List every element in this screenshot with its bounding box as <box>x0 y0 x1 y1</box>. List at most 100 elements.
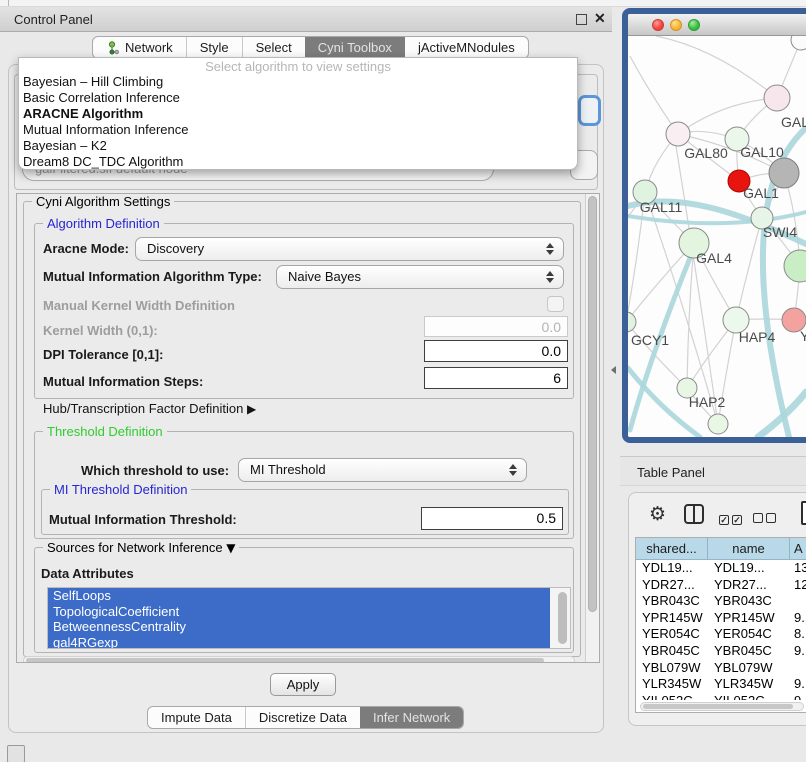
network-edge[interactable] <box>678 98 777 134</box>
tab-network[interactable]: Network <box>93 37 186 58</box>
manual-kernel-checkbox[interactable] <box>547 296 564 312</box>
network-edge[interactable] <box>736 218 762 320</box>
tab-style[interactable]: Style <box>186 37 242 58</box>
group-title: Algorithm Definition <box>43 216 164 231</box>
tab-discretize-data[interactable]: Discretize Data <box>245 707 360 728</box>
column-header[interactable]: A <box>790 538 806 559</box>
attribute-item[interactable]: BetweennessCentrality <box>48 619 550 635</box>
splitpane-collapse-icon[interactable] <box>611 366 616 374</box>
table-row[interactable]: YER054CYER054C8. <box>636 626 806 643</box>
table-cell: YER054C <box>636 626 708 643</box>
close-traffic-light-icon[interactable] <box>652 19 664 31</box>
algorithm-option[interactable]: Bayesian – K2 <box>19 138 577 154</box>
network-canvas[interactable]: GALGAL80GAL10GAL1GAL11SWI4GAL4GCY1HAP4YH… <box>628 36 806 437</box>
algorithm-option[interactable]: Bayesian – Hill Climbing <box>19 74 577 90</box>
scrollbar-thumb[interactable] <box>26 658 544 663</box>
group-title: Threshold Definition <box>43 424 167 439</box>
table-cell: YBR045C <box>636 643 708 660</box>
network-edge[interactable] <box>656 36 777 98</box>
attribute-item[interactable]: gal4RGexp <box>48 635 550 650</box>
list-scrollbar-thumb[interactable] <box>558 592 567 644</box>
minimize-traffic-light-icon[interactable] <box>670 19 682 31</box>
table-row[interactable]: YIL052CYIL052C9. <box>636 693 806 700</box>
algorithm-option[interactable]: ARACNE Algorithm <box>19 106 577 122</box>
collapsed-panel-button[interactable] <box>7 745 25 762</box>
network-node[interactable] <box>708 414 728 434</box>
hub-tf-definition-toggle[interactable]: Hub/Transcription Factor Definition ▶ <box>43 401 256 416</box>
select-all-columns-icon[interactable]: ✓✓ <box>719 510 745 528</box>
export-table-icon[interactable] <box>801 501 806 525</box>
column-header[interactable]: name <box>708 538 790 559</box>
attribute-items: SelfLoopsTopologicalCoefficientBetweenne… <box>48 588 550 649</box>
node-table: shared...nameA YDL19...YDL19...13YDR27..… <box>635 537 806 713</box>
network-node[interactable] <box>666 122 690 146</box>
settings-vertical-scrollbar[interactable] <box>585 194 599 662</box>
attribute-item[interactable]: SelfLoops <box>48 588 550 604</box>
tab-infer-network[interactable]: Infer Network <box>360 707 463 728</box>
table-row[interactable]: YLR345WYLR345W9. <box>636 676 806 693</box>
scrollbar-thumb[interactable] <box>643 704 793 709</box>
tab-label: Select <box>256 40 292 55</box>
close-icon[interactable]: ✕ <box>594 10 606 27</box>
data-attributes-label: Data Attributes <box>41 566 134 581</box>
apply-button[interactable]: Apply <box>270 673 336 696</box>
table-horizontal-scrollbar[interactable] <box>640 702 804 711</box>
algorithm-option[interactable]: Mutual Information Inference <box>19 122 577 138</box>
application-window: Control Panel ✕ NetworkStyleSelectCyni T… <box>0 0 806 762</box>
combo-spinner-icon <box>546 270 554 284</box>
aracne-mode-combo[interactable]: Discovery <box>135 237 564 261</box>
which-threshold-value: MI Threshold <box>250 462 326 477</box>
table-row[interactable]: YBR043CYBR043C <box>636 593 806 610</box>
data-attributes-list[interactable]: SelfLoopsTopologicalCoefficientBetweenne… <box>47 587 571 649</box>
settings-scrollpane: Cyni Algorithm Settings Algorithm Defini… <box>16 193 600 663</box>
table-cell: YLR345W <box>708 676 790 693</box>
mi-steps-field[interactable]: 6 <box>424 367 568 389</box>
node-label: GAL4 <box>696 250 732 266</box>
table-cell <box>790 593 806 610</box>
which-threshold-combo[interactable]: MI Threshold <box>238 458 527 482</box>
network-node[interactable] <box>791 36 806 50</box>
kernel-width-field[interactable]: 0.0 <box>424 316 568 337</box>
attribute-item[interactable]: TopologicalCoefficient <box>48 604 550 620</box>
deselect-all-columns-icon[interactable] <box>753 510 779 528</box>
zoom-traffic-light-icon[interactable] <box>688 19 700 31</box>
gear-icon[interactable]: ⚙ <box>649 503 666 525</box>
float-window-icon[interactable] <box>576 14 587 25</box>
table-row[interactable]: YDR27...YDR27...12 <box>636 577 806 594</box>
network-node[interactable] <box>628 312 636 332</box>
table-cell: YBR043C <box>636 593 708 610</box>
tab-jactivemnodules[interactable]: jActiveMNodules <box>405 37 528 58</box>
tab-select[interactable]: Select <box>242 37 305 58</box>
unchecked-box-icon <box>753 513 763 523</box>
cyni-mode-tabbar: Impute DataDiscretize DataInfer Network <box>147 706 464 729</box>
table-row[interactable]: YBR045CYBR045C9. <box>636 643 806 660</box>
network-edge[interactable] <box>630 56 678 134</box>
dpi-tolerance-field[interactable]: 0.0 <box>424 340 568 362</box>
network-node[interactable] <box>784 250 806 282</box>
mi-algorithm-type-combo[interactable]: Naive Bayes <box>276 265 564 289</box>
table-toolbar: ⚙ ✓✓ <box>641 503 806 529</box>
tab-cyni-toolbox[interactable]: Cyni Toolbox <box>305 37 405 58</box>
network-node[interactable] <box>769 158 799 188</box>
hub-tf-label: Hub/Transcription Factor Definition <box>43 401 243 416</box>
node-label: GAL10 <box>740 144 784 160</box>
table-row[interactable]: YDL19...YDL19...13 <box>636 560 806 577</box>
table-cell: YDR27... <box>708 577 790 594</box>
tab-impute-data[interactable]: Impute Data <box>148 707 245 728</box>
network-window-titlebar[interactable] <box>628 14 806 36</box>
column-header[interactable]: shared... <box>636 538 708 559</box>
collapsed-arrow-icon: ▶ <box>247 402 256 416</box>
expanded-arrow-icon[interactable]: ▼ <box>226 541 235 555</box>
algorithm-option[interactable]: Basic Correlation Inference <box>19 90 577 106</box>
mi-threshold-field[interactable]: 0.5 <box>421 507 563 530</box>
algorithm-option[interactable]: Dream8 DC_TDC Algorithm <box>19 154 577 170</box>
algorithm-combo-arrow-button[interactable] <box>578 95 601 126</box>
table-cell: YDL19... <box>636 560 708 577</box>
settings-horizontal-scrollbar[interactable] <box>23 656 575 663</box>
network-node[interactable] <box>764 85 790 111</box>
scrollbar-thumb[interactable] <box>588 196 597 612</box>
table-cell: YBR045C <box>708 643 790 660</box>
columns-icon[interactable] <box>684 504 704 524</box>
table-row[interactable]: YBL079WYBL079W <box>636 660 806 677</box>
table-row[interactable]: YPR145WYPR145W9. <box>636 610 806 627</box>
